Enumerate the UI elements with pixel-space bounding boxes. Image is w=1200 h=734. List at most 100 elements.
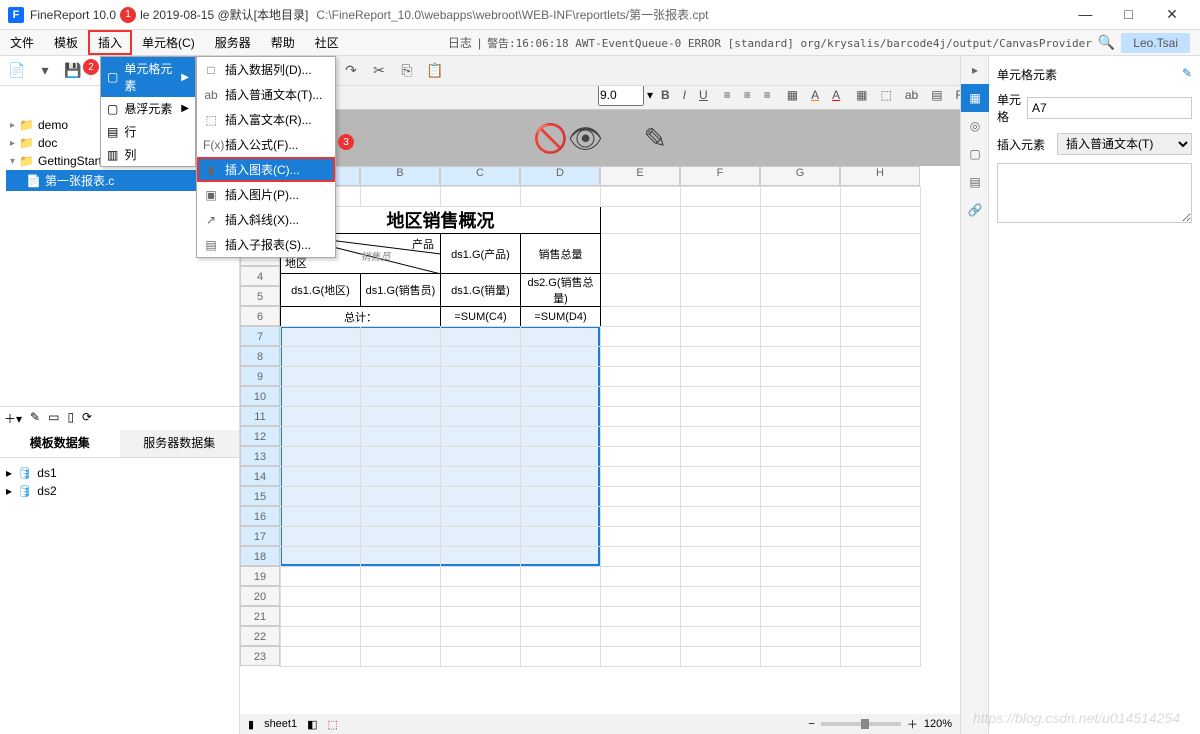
row-6[interactable]: 6 xyxy=(240,306,280,326)
row-10[interactable]: 10 xyxy=(240,386,280,406)
b5[interactable]: 总计： xyxy=(281,307,441,327)
row-13[interactable]: 13 xyxy=(240,446,280,466)
zoom-in-icon[interactable]: ＋ xyxy=(907,716,918,732)
insert-table-icon[interactable]: ▦ xyxy=(851,84,872,106)
font-size-input[interactable] xyxy=(598,84,644,106)
edit-big-icon[interactable]: ✎ xyxy=(643,122,666,155)
row-16[interactable]: 16 xyxy=(240,506,280,526)
a4[interactable]: ds1.G(地区) xyxy=(281,274,361,307)
col-G[interactable]: G xyxy=(760,166,840,186)
redo-icon[interactable]: ↷ xyxy=(340,60,362,82)
italic-button[interactable]: I xyxy=(678,84,691,106)
zoom-out-icon[interactable]: − xyxy=(808,718,814,730)
align-center-icon[interactable]: ≡ xyxy=(739,84,756,106)
ds-edit-icon[interactable]: ✎ xyxy=(30,410,40,427)
fill-color-icon[interactable]: A xyxy=(806,84,824,106)
col-B[interactable]: B xyxy=(360,166,440,186)
search-icon[interactable]: 🔍 xyxy=(1098,34,1115,51)
c3[interactable]: ds1.G(产品) xyxy=(441,234,521,274)
rtab-target-icon[interactable]: ◎ xyxy=(961,112,989,140)
menu-file[interactable]: 文件 xyxy=(0,30,44,55)
border-icon[interactable]: ▦ xyxy=(782,84,803,106)
tab-server-ds[interactable]: 服务器数据集 xyxy=(120,430,240,457)
cells[interactable]: 地区销售概况 产品 销售员 地区 ds1.G(产品) 销售总量 ds1.G(地区… xyxy=(280,186,960,714)
new-folder-icon[interactable]: 📄 xyxy=(6,60,28,82)
formula-btn-icon[interactable]: F(x) xyxy=(951,84,960,106)
right-edit-icon[interactable]: ✎ xyxy=(1182,66,1192,83)
menu-insert[interactable]: 插入 xyxy=(88,30,132,55)
submenu-float-element[interactable]: ▢悬浮元素▶ xyxy=(101,97,195,120)
row-19[interactable]: 19 xyxy=(240,566,280,586)
eye-off-icon[interactable]: 🚫👁 xyxy=(533,122,603,155)
ds-delete-icon[interactable]: ▭ xyxy=(48,410,59,427)
row-11[interactable]: 11 xyxy=(240,406,280,426)
window-close[interactable]: ✕ xyxy=(1152,6,1192,23)
menu-server[interactable]: 服务器 xyxy=(205,30,261,55)
content-textarea[interactable] xyxy=(997,163,1192,223)
grid[interactable]: A B C D E F G H 123456789101112131415161… xyxy=(240,166,960,734)
tab-template-ds[interactable]: 模板数据集 xyxy=(0,430,120,457)
cut-icon[interactable]: ✂ xyxy=(368,60,390,82)
submenu-insert-chart[interactable]: ▮插入图表(C)... xyxy=(197,157,335,182)
rtab-square-icon[interactable]: ▢ xyxy=(961,140,989,168)
col-C[interactable]: C xyxy=(440,166,520,186)
user-badge[interactable]: Leo.Tsai xyxy=(1121,33,1190,53)
menu-cell[interactable]: 单元格(C) xyxy=(132,30,205,55)
row-8[interactable]: 8 xyxy=(240,346,280,366)
align-left-icon[interactable]: ≡ xyxy=(719,84,736,106)
row-15[interactable]: 15 xyxy=(240,486,280,506)
richtext-icon[interactable]: ▤ xyxy=(926,84,947,106)
col-H[interactable]: H xyxy=(840,166,920,186)
ds-add-icon[interactable]: ＋▾ xyxy=(4,410,22,427)
bold-button[interactable]: B xyxy=(656,84,675,106)
window-max[interactable]: □ xyxy=(1109,6,1149,22)
b4[interactable]: ds1.G(销售员) xyxy=(361,274,441,307)
col-D[interactable]: D xyxy=(520,166,600,186)
font-color-icon[interactable]: A xyxy=(827,84,845,106)
menu-template[interactable]: 模板 xyxy=(44,30,88,55)
rtab-grid-icon[interactable]: ▦ xyxy=(961,84,989,112)
submenu-insert-datacolumn[interactable]: □插入数据列(D)... xyxy=(197,57,335,82)
row-9[interactable]: 9 xyxy=(240,366,280,386)
save-icon[interactable]: 💾 xyxy=(62,60,84,82)
menu-community[interactable]: 社区 xyxy=(305,30,349,55)
ds-copy-icon[interactable]: ▯ xyxy=(67,410,74,427)
row-4[interactable]: 4 xyxy=(240,266,280,286)
dataset-ds1[interactable]: ▸🛢ds1 xyxy=(6,464,233,482)
rtab-collapse-icon[interactable]: ▸ xyxy=(961,56,989,84)
submenu-insert-richtext[interactable]: ⬚插入富文本(R)... xyxy=(197,107,335,132)
row-22[interactable]: 22 xyxy=(240,626,280,646)
col-F[interactable]: F xyxy=(680,166,760,186)
window-min[interactable]: — xyxy=(1065,6,1105,22)
submenu-insert-slash[interactable]: ↗插入斜线(X)... xyxy=(197,207,335,232)
d5[interactable]: =SUM(D4) xyxy=(521,307,601,327)
row-17[interactable]: 17 xyxy=(240,526,280,546)
row-12[interactable]: 12 xyxy=(240,426,280,446)
text-icon[interactable]: ab xyxy=(900,84,923,106)
submenu-row[interactable]: ▤行 xyxy=(101,120,195,143)
paste-icon[interactable]: 📋 xyxy=(424,60,446,82)
c4[interactable]: ds1.G(销量) xyxy=(441,274,521,307)
menu-help[interactable]: 帮助 xyxy=(261,30,305,55)
row-23[interactable]: 23 xyxy=(240,646,280,666)
rtab-list-icon[interactable]: ▤ xyxy=(961,168,989,196)
submenu-insert-image[interactable]: ▣插入图片(P)... xyxy=(197,182,335,207)
open-folder-icon[interactable]: ▾ xyxy=(34,60,56,82)
d3[interactable]: 销售总量 xyxy=(521,234,601,274)
rtab-link-icon[interactable]: 🔗 xyxy=(961,196,989,224)
ds-refresh-icon[interactable]: ⟳ xyxy=(82,410,92,427)
row-20[interactable]: 20 xyxy=(240,586,280,606)
sheet-icon1[interactable]: ◧ xyxy=(307,718,317,731)
col-E[interactable]: E xyxy=(600,166,680,186)
sheet-icon2[interactable]: ⬚ xyxy=(328,718,338,731)
underline-button[interactable]: U xyxy=(694,84,713,106)
row-5[interactable]: 5 xyxy=(240,286,280,306)
row-18[interactable]: 18 xyxy=(240,546,280,566)
merge-icon[interactable]: ⬚ xyxy=(875,84,896,106)
d4[interactable]: ds2.G(销售总量) xyxy=(521,274,601,307)
c5[interactable]: =SUM(C4) xyxy=(441,307,521,327)
submenu-insert-subreport[interactable]: ▤插入子报表(S)... xyxy=(197,232,335,257)
submenu-insert-formula[interactable]: F(x)插入公式(F)... xyxy=(197,132,335,157)
insert-type-select[interactable]: 插入普通文本(T) xyxy=(1057,133,1192,155)
dataset-ds2[interactable]: ▸🛢ds2 xyxy=(6,482,233,500)
